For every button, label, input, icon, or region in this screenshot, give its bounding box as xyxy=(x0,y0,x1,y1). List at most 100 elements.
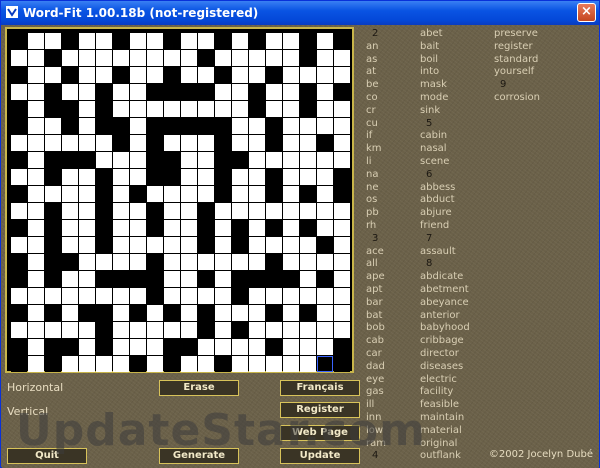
grid-cell[interactable] xyxy=(317,254,333,270)
grid-cell[interactable] xyxy=(232,288,248,304)
grid-cell[interactable] xyxy=(45,84,61,100)
grid-cell[interactable] xyxy=(181,271,197,287)
grid-cell[interactable] xyxy=(113,271,129,287)
grid-cell[interactable] xyxy=(249,135,265,151)
grid-cell[interactable] xyxy=(11,356,27,372)
grid-cell[interactable] xyxy=(11,118,27,134)
grid-cell[interactable] xyxy=(113,237,129,253)
grid-cell[interactable] xyxy=(147,203,163,219)
grid-cell[interactable] xyxy=(28,220,44,236)
grid-cell[interactable] xyxy=(11,135,27,151)
grid-cell[interactable] xyxy=(11,33,27,49)
grid-cell[interactable] xyxy=(147,84,163,100)
grid-cell[interactable] xyxy=(62,220,78,236)
grid-cell[interactable] xyxy=(232,101,248,117)
grid-cell[interactable] xyxy=(62,118,78,134)
grid-cell[interactable] xyxy=(62,356,78,372)
grid-cell[interactable] xyxy=(266,67,282,83)
grid-cell[interactable] xyxy=(249,271,265,287)
grid-cell[interactable] xyxy=(198,356,214,372)
grid-cell[interactable] xyxy=(28,101,44,117)
grid-cell[interactable] xyxy=(266,237,282,253)
grid-cell[interactable] xyxy=(164,356,180,372)
grid-cell[interactable] xyxy=(11,305,27,321)
grid-cell[interactable] xyxy=(45,356,61,372)
grid-cell[interactable] xyxy=(113,288,129,304)
grid-cell[interactable] xyxy=(164,84,180,100)
grid-cell[interactable] xyxy=(147,271,163,287)
grid-cell[interactable] xyxy=(62,288,78,304)
grid-cell[interactable] xyxy=(266,33,282,49)
grid-cell[interactable] xyxy=(215,135,231,151)
grid-cell[interactable] xyxy=(334,237,350,253)
grid-cell[interactable] xyxy=(79,203,95,219)
grid-cell[interactable] xyxy=(198,186,214,202)
grid-cell[interactable] xyxy=(45,220,61,236)
grid-cell[interactable] xyxy=(283,322,299,338)
grid-cell[interactable] xyxy=(334,152,350,168)
grid-cell[interactable] xyxy=(62,237,78,253)
grid-cell[interactable] xyxy=(300,186,316,202)
grid-cell[interactable] xyxy=(300,135,316,151)
grid-cell[interactable] xyxy=(147,305,163,321)
grid-cell[interactable] xyxy=(62,152,78,168)
grid-cell[interactable] xyxy=(317,220,333,236)
grid-cell[interactable] xyxy=(45,50,61,66)
grid-cell[interactable] xyxy=(300,118,316,134)
grid-cell[interactable] xyxy=(62,50,78,66)
grid-cell[interactable] xyxy=(198,237,214,253)
grid-cell[interactable] xyxy=(232,203,248,219)
grid-cell[interactable] xyxy=(283,254,299,270)
grid-cell[interactable] xyxy=(266,152,282,168)
grid-cell[interactable] xyxy=(249,339,265,355)
grid-cell[interactable] xyxy=(334,84,350,100)
grid-cell[interactable] xyxy=(300,84,316,100)
grid-cell[interactable] xyxy=(317,237,333,253)
grid-cell[interactable] xyxy=(164,271,180,287)
grid-cell[interactable] xyxy=(215,118,231,134)
grid-cell[interactable] xyxy=(232,67,248,83)
grid-cell[interactable] xyxy=(62,254,78,270)
grid-cell[interactable] xyxy=(232,50,248,66)
grid-cell[interactable] xyxy=(96,33,112,49)
grid-cell[interactable] xyxy=(198,322,214,338)
grid-cell[interactable] xyxy=(249,33,265,49)
grid-cell[interactable] xyxy=(283,101,299,117)
grid-cell[interactable] xyxy=(79,288,95,304)
grid-cell[interactable] xyxy=(249,254,265,270)
grid-cell[interactable] xyxy=(28,305,44,321)
grid-cell[interactable] xyxy=(215,169,231,185)
grid-cell[interactable] xyxy=(266,50,282,66)
grid-cell[interactable] xyxy=(113,152,129,168)
grid-cell[interactable] xyxy=(28,33,44,49)
grid-cell[interactable] xyxy=(45,322,61,338)
grid-cell[interactable] xyxy=(11,50,27,66)
grid-cell[interactable] xyxy=(113,101,129,117)
grid-cell[interactable] xyxy=(198,84,214,100)
grid-cell[interactable] xyxy=(130,50,146,66)
grid-cell[interactable] xyxy=(181,50,197,66)
grid-cell[interactable] xyxy=(79,50,95,66)
grid-cell[interactable] xyxy=(334,322,350,338)
grid-cell[interactable] xyxy=(283,152,299,168)
grid-cell[interactable] xyxy=(181,84,197,100)
grid-cell[interactable] xyxy=(11,101,27,117)
grid-cell[interactable] xyxy=(147,33,163,49)
grid-cell[interactable] xyxy=(181,203,197,219)
grid-cell[interactable] xyxy=(79,67,95,83)
grid-cell[interactable] xyxy=(164,237,180,253)
grid-cell[interactable] xyxy=(62,186,78,202)
grid-cell[interactable] xyxy=(215,322,231,338)
grid-cell[interactable] xyxy=(11,254,27,270)
grid-cell[interactable] xyxy=(79,356,95,372)
grid-cell[interactable] xyxy=(300,237,316,253)
grid-cell[interactable] xyxy=(79,220,95,236)
grid-cell[interactable] xyxy=(62,101,78,117)
grid-cell[interactable] xyxy=(215,305,231,321)
grid-cell[interactable] xyxy=(147,152,163,168)
grid-cell[interactable] xyxy=(283,339,299,355)
grid-cell[interactable] xyxy=(334,186,350,202)
grid-cell[interactable] xyxy=(215,271,231,287)
grid-cell[interactable] xyxy=(198,101,214,117)
grid-cell[interactable] xyxy=(334,305,350,321)
